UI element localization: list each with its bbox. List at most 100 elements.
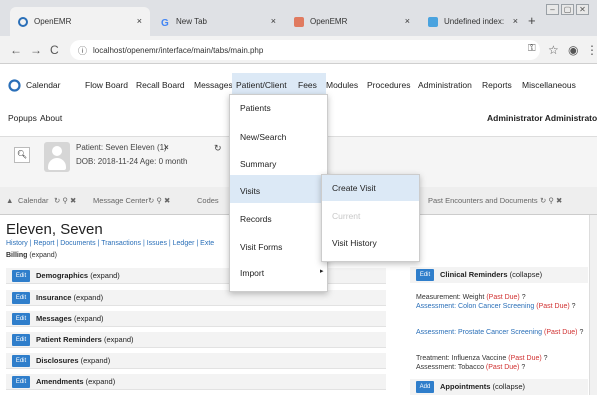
browser-tab-title: OpenEMR xyxy=(310,17,348,26)
new-tab-button[interactable]: + xyxy=(528,13,536,28)
key-icon[interactable]: ⚿ xyxy=(528,43,536,54)
maximize-button[interactable]: ▢ xyxy=(561,4,574,15)
search-icon[interactable]: 🔍︎ xyxy=(14,147,30,163)
menu-item-patients[interactable]: Patients xyxy=(240,103,271,113)
menu-calendar[interactable]: Calendar xyxy=(26,80,61,90)
section-row: Edit Disclosures (expand) xyxy=(6,353,386,369)
edit-button[interactable]: Edit xyxy=(416,269,434,281)
edit-button[interactable]: Edit xyxy=(12,270,30,282)
clinical-reminders-title[interactable]: Clinical Reminders (collapse) xyxy=(440,270,542,279)
section-row: Edit Insurance (expand) xyxy=(6,290,386,306)
browser-tab-newtab[interactable]: G New Tab × xyxy=(152,7,284,36)
menu-item-visits[interactable]: Visits xyxy=(240,186,260,196)
reminder-item[interactable]: Assessment: Colon Cancer Screening (Past… xyxy=(416,303,588,312)
menu-item-visit-forms[interactable]: Visit Forms xyxy=(240,242,282,252)
star-icon[interactable]: ☆ xyxy=(548,43,559,57)
help-icon[interactable]: ? xyxy=(544,355,548,362)
dashboard-links[interactable]: History | Report | Documents | Transacti… xyxy=(6,240,214,247)
reminder-text: Treatment: Influenza Vaccine xyxy=(416,355,507,362)
reminder-item[interactable]: Measurement: Weight (Past Due) ? xyxy=(416,294,588,303)
menu-miscellaneous[interactable]: Miscellaneous xyxy=(522,80,576,90)
menu-modules[interactable]: Modules xyxy=(326,80,358,90)
close-window-button[interactable]: ✕ xyxy=(576,4,589,15)
billing-section[interactable]: Billing (expand) xyxy=(6,252,57,259)
menu-messages[interactable]: Messages xyxy=(194,80,233,90)
menu-flow-board[interactable]: Flow Board xyxy=(85,80,128,90)
section-row: Edit Patient Reminders (expand) xyxy=(6,332,386,348)
close-tab-icon[interactable]: × xyxy=(137,16,142,26)
edit-button[interactable]: Edit xyxy=(12,292,30,304)
reminder-text: Assessment: Prostate Cancer Screening xyxy=(416,329,543,336)
tab-past-encounters[interactable]: Past Encounters and Documents xyxy=(428,196,538,205)
menu-procedures[interactable]: Procedures xyxy=(367,80,410,90)
collapse-caret-icon[interactable]: ▲ xyxy=(6,196,13,205)
minimize-button[interactable]: – xyxy=(546,4,559,15)
user-name[interactable]: Administrator Administrator xyxy=(487,113,597,123)
help-icon[interactable]: ? xyxy=(521,364,525,371)
close-patient-icon[interactable]: × xyxy=(164,143,169,152)
refresh-icon[interactable]: ↻ xyxy=(214,143,222,154)
section-toggle: (expand) xyxy=(103,335,134,344)
menu-item-new-search[interactable]: New/Search xyxy=(240,132,286,142)
appointments-title[interactable]: Appointments (collapse) xyxy=(440,382,525,391)
help-icon[interactable]: ? xyxy=(522,294,526,301)
section-disclosures[interactable]: Disclosures (expand) xyxy=(36,356,110,365)
menu-item-records[interactable]: Records xyxy=(240,214,272,224)
tab-icons[interactable]: ↻ ⚲ ✖ xyxy=(54,196,76,205)
section-title: Patient Reminders xyxy=(36,335,102,344)
menu-item-visit-history[interactable]: Visit History xyxy=(332,238,377,248)
section-messages[interactable]: Messages (expand) xyxy=(36,314,104,323)
patient-dob-line: DOB: 2018-11-24 Age: 0 month xyxy=(76,157,188,166)
tab-icons[interactable]: ↻ ⚲ ✖ xyxy=(148,196,170,205)
section-toggle: (collapse) xyxy=(492,382,526,391)
section-toggle: (expand) xyxy=(85,377,116,386)
tab-codes[interactable]: Codes xyxy=(197,196,219,205)
menu-item-create-visit[interactable]: Create Visit xyxy=(332,183,376,193)
edit-button[interactable]: Edit xyxy=(12,355,30,367)
menu-administration[interactable]: Administration xyxy=(418,80,472,90)
menu-about[interactable]: About xyxy=(40,113,62,123)
scrollbar[interactable] xyxy=(589,215,597,395)
edit-button[interactable]: Edit xyxy=(12,334,30,346)
avatar xyxy=(44,142,70,172)
section-demographics[interactable]: Demographics (expand) xyxy=(36,271,120,280)
browser-tab-openemr[interactable]: OpenEMR × xyxy=(10,7,150,36)
edit-button[interactable]: Edit xyxy=(12,313,30,325)
reminder-item[interactable]: Treatment: Influenza Vaccine (Past Due) … xyxy=(416,355,588,364)
tab-message-center[interactable]: Message Center xyxy=(93,196,148,205)
account-icon[interactable]: ◉ xyxy=(568,43,578,57)
section-row: Edit Messages (expand) xyxy=(6,311,386,327)
help-icon[interactable]: ? xyxy=(579,329,583,336)
browser-tab-openemr-2[interactable]: OpenEMR × xyxy=(286,7,418,36)
section-amendments[interactable]: Amendments (expand) xyxy=(36,377,115,386)
reminder-status: (Past Due) xyxy=(536,303,570,310)
url-input[interactable]: ⓘ localhost/openemr/interface/main/tabs/… xyxy=(70,40,540,60)
back-arrow-icon[interactable]: ← xyxy=(10,43,22,57)
close-tab-icon[interactable]: × xyxy=(405,16,410,26)
menu-recall-board[interactable]: Recall Board xyxy=(136,80,185,90)
forward-arrow-icon[interactable]: → xyxy=(30,43,42,57)
browser-tab-undefined-index[interactable]: Undefined index: basepath × xyxy=(420,7,522,36)
help-icon[interactable]: ? xyxy=(572,303,576,310)
reminder-item[interactable]: Assessment: Prostate Cancer Screening (P… xyxy=(416,329,588,338)
close-tab-icon[interactable]: × xyxy=(513,16,518,26)
menu-fees[interactable]: Fees xyxy=(298,80,317,90)
add-button[interactable]: Add xyxy=(416,381,434,393)
edit-button[interactable]: Edit xyxy=(12,376,30,388)
menu-reports[interactable]: Reports xyxy=(482,80,512,90)
tab-icons[interactable]: ↻ ⚲ ✖ xyxy=(540,196,562,205)
reminder-item[interactable]: Assessment: Tobacco (Past Due) ? xyxy=(416,364,588,373)
appointments-header: Add Appointments (collapse) xyxy=(410,379,588,395)
reload-icon[interactable]: C xyxy=(50,43,59,57)
menu-item-import[interactable]: Import xyxy=(240,268,264,278)
more-icon[interactable]: ⋮ xyxy=(586,43,597,57)
tab-calendar[interactable]: Calendar xyxy=(18,196,48,205)
menu-item-summary[interactable]: Summary xyxy=(240,159,276,169)
menu-patient-client[interactable]: Patient/Client xyxy=(236,80,287,90)
openemr-logo-icon xyxy=(8,79,21,97)
menu-item-current: Current xyxy=(332,211,361,221)
close-tab-icon[interactable]: × xyxy=(271,16,276,26)
section-patient-reminders[interactable]: Patient Reminders (expand) xyxy=(36,335,134,344)
menu-popups[interactable]: Popups xyxy=(8,113,37,123)
section-insurance[interactable]: Insurance (expand) xyxy=(36,293,103,302)
